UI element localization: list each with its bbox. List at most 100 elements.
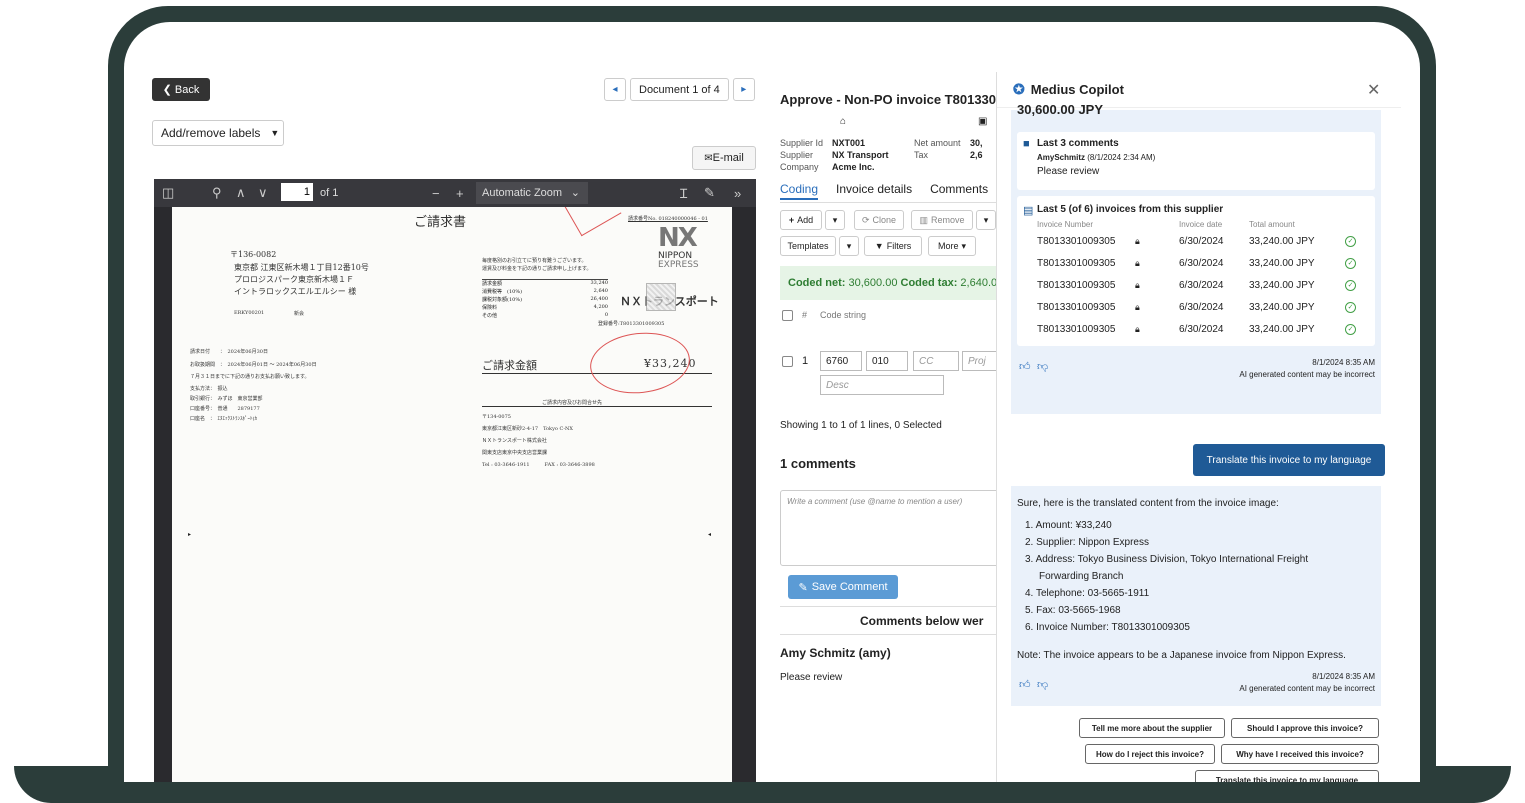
invoice-amount: 33,240.00 JPY	[1249, 258, 1315, 269]
doc-title: ご請求書	[414, 215, 467, 230]
email-button[interactable]: ✉ E-mail	[692, 146, 756, 170]
check-circle-icon: ✓	[1345, 280, 1356, 291]
comments-divider-2	[780, 634, 996, 635]
supplier-icon: ⌂	[840, 116, 847, 127]
breakdown-label: 消費税等 (10%)	[482, 289, 523, 295]
filters-button[interactable]: ▼ Filters	[864, 236, 922, 256]
breakdown-label: 保険料	[482, 305, 498, 311]
invoice-date: 6/30/2024	[1179, 324, 1224, 335]
account-name: 口座名 ： ｴﾇｴｯｸｽﾄﾗﾝｽﾎﾟｰﾄ(ｶ	[190, 416, 257, 422]
pen-icon[interactable]: ✎	[704, 185, 715, 201]
lines-summary: Showing 1 to 1 of 1 lines, 0 Selected	[780, 420, 942, 431]
suggestion-approve[interactable]: Should I approve this invoice?	[1231, 718, 1379, 738]
registration-number: 登録番号:T8013301009305	[598, 321, 665, 327]
total-label: ご請求金額	[482, 359, 537, 372]
page-number-input[interactable]: 1	[281, 183, 313, 201]
last-comment-meta: AmySchmitz (8/1/2024 2:34 AM)	[1037, 153, 1156, 162]
invoice-date: 請求日付 ： 2024年06月30日	[190, 349, 268, 355]
contact-label: ご請求内容及びお問合せ先	[542, 400, 603, 406]
code-tax-field[interactable]: 010	[866, 351, 908, 371]
add-menu-button[interactable]: ▾	[825, 210, 845, 230]
suggestion-supplier[interactable]: Tell me more about the supplier	[1079, 718, 1225, 738]
user-prompt-bubble: Translate this invoice to my language	[1193, 444, 1385, 476]
templates-menu-button[interactable]: ▾	[839, 236, 859, 256]
remove-button[interactable]: ▥ Remove	[911, 210, 973, 230]
invoice-date: 6/30/2024	[1179, 236, 1224, 247]
comments-below-heading: Comments below wer	[860, 614, 984, 628]
customer-code: ERKY00201	[234, 310, 265, 316]
suggestion-translate[interactable]: Translate this invoice to my language	[1195, 770, 1379, 782]
thumbs-up-icon[interactable]: 👍︎	[1019, 360, 1031, 373]
answer-item: 5. Fax: 03-5665-1968	[1025, 605, 1121, 616]
remove-menu-button[interactable]: ▾	[976, 210, 996, 230]
ai-disclaimer: AI generated content may be incorrect	[1239, 684, 1375, 693]
chevron-down-icon[interactable]: ∨	[258, 185, 268, 201]
code-account-field[interactable]: 6760	[820, 351, 862, 371]
row-checkbox[interactable]	[782, 356, 793, 367]
comment-input[interactable]: Write a comment (use @name to mention a …	[780, 490, 996, 566]
invoice-date: 6/30/2024	[1179, 280, 1224, 291]
thumbs-down-icon[interactable]: 👎︎	[1037, 360, 1048, 373]
breakdown-row: その他 0	[482, 312, 608, 320]
trash-icon: ▥	[919, 214, 928, 225]
invoice-tabs: Coding Invoice details Comments	[780, 182, 988, 200]
answer-item: 2. Supplier: Nippon Express	[1025, 537, 1149, 548]
project-field[interactable]: Proj	[962, 351, 996, 371]
breakdown-row: 保険料 4,200	[482, 304, 608, 312]
document-counter: Document 1 of 4	[630, 78, 729, 101]
company-label: Company	[780, 162, 819, 172]
description-field[interactable]: Desc	[820, 375, 944, 395]
save-comment-button[interactable]: ✎ Save Comment	[788, 575, 898, 599]
zoom-select[interactable]: Automatic Zoom ⌄	[476, 182, 588, 204]
text-cursor-icon[interactable]: Ɪ	[680, 184, 687, 202]
pdf-viewer[interactable]: ご請求書 請求番号No. 018240000046 - 01 〒136-0082…	[154, 207, 756, 782]
cost-center-field[interactable]: CC	[913, 351, 959, 371]
comments-title: 1 comments	[780, 456, 856, 471]
add-line-button[interactable]: + Add	[780, 210, 822, 230]
nx-logo: NX	[658, 223, 698, 253]
tab-comments[interactable]: Comments	[930, 182, 988, 200]
next-document-button[interactable]: ▸	[732, 78, 755, 101]
invoice-number: T8013301009305	[1037, 280, 1116, 291]
company-stamp	[646, 283, 676, 311]
breakdown-row: 課税対象額(10%) 26,400	[482, 296, 608, 304]
answer-item: 3. Address: Tokyo Business Division, Tok…	[1025, 554, 1309, 565]
close-icon[interactable]: ✕	[1367, 80, 1380, 100]
templates-button[interactable]: Templates	[780, 236, 836, 256]
caret-down-icon: ▼	[270, 128, 280, 138]
tax-value: 2,6	[970, 150, 983, 160]
search-icon[interactable]: ⚲	[212, 185, 222, 201]
greeting-line-1: 毎度格別のお引立てに預り有難うございます。	[482, 258, 587, 264]
last-comments-box: ■ Last 3 comments AmySchmitz (8/1/2024 2…	[1017, 132, 1375, 190]
response-timestamp: 8/1/2024 8:35 AM	[1312, 672, 1375, 681]
document-icon: ▤	[1023, 205, 1034, 217]
contact-line-4: 関東支店東京中央支店営業課	[482, 450, 548, 456]
lock-icon: 🔒︎	[1135, 324, 1140, 334]
invoice-amount: 33,240.00 JPY	[1249, 302, 1315, 313]
tab-invoice-details[interactable]: Invoice details	[836, 182, 912, 200]
labels-dropdown[interactable]: Add/remove labels ▼	[152, 120, 284, 146]
suggestion-reject[interactable]: How do I reject this invoice?	[1085, 744, 1215, 764]
payment-note: ７月３１日までに下記の通りお支払お願い致します。	[190, 374, 310, 380]
select-all-checkbox[interactable]	[782, 310, 793, 321]
back-button[interactable]: ❮ Back	[152, 78, 210, 101]
tab-coding[interactable]: Coding	[780, 182, 819, 200]
thumbs-down-icon[interactable]: 👎︎	[1037, 678, 1048, 691]
chevron-up-icon[interactable]: ∧	[236, 185, 246, 201]
clone-button[interactable]: ⟳ Clone	[854, 210, 904, 230]
more-button[interactable]: More ▾	[928, 236, 976, 256]
thumbs-up-icon[interactable]: 👍︎	[1019, 678, 1031, 691]
more-tools-icon[interactable]: »	[734, 186, 741, 201]
zoom-out-icon[interactable]: −	[432, 186, 440, 201]
invoice-amount: 33,240.00 JPY	[1249, 236, 1315, 247]
check-circle-icon: ✓	[1345, 258, 1356, 269]
invoice-number: T8013301009305	[1037, 258, 1116, 269]
suggestion-why-received[interactable]: Why have I received this invoice?	[1221, 744, 1379, 764]
zoom-in-icon[interactable]: +	[456, 186, 464, 201]
answer-item: 4. Telephone: 03-5665-1911	[1025, 588, 1150, 599]
left-page-marker: ▸	[188, 532, 192, 538]
invoice-amount: 33,240.00 JPY	[1249, 324, 1315, 335]
sidebar-toggle-icon[interactable]: ◫	[162, 185, 174, 201]
prev-document-button[interactable]: ◂	[604, 78, 626, 101]
breakdown-value: 0	[604, 312, 608, 318]
